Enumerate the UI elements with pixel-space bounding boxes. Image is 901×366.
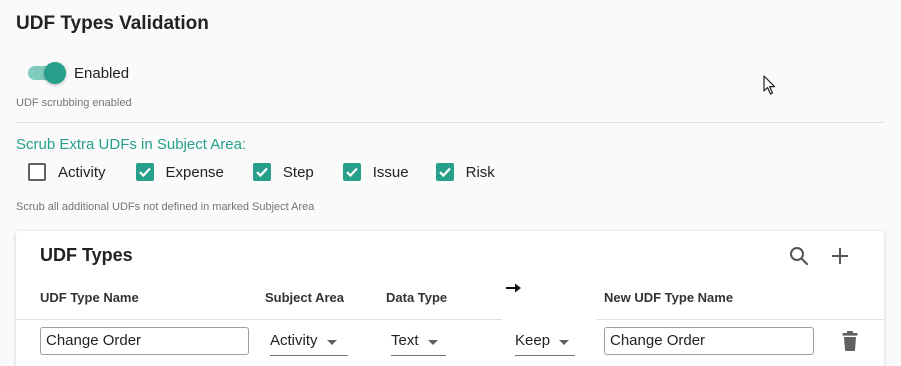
arrow-right-icon <box>506 283 521 293</box>
trash-icon[interactable] <box>841 331 859 351</box>
toggle-hint: UDF scrubbing enabled <box>16 97 132 109</box>
checkbox-box[interactable] <box>435 163 454 181</box>
mouse-cursor-icon <box>763 75 776 95</box>
toggle-label: Enabled <box>74 64 130 82</box>
check-icon <box>256 167 268 178</box>
section-divider <box>16 122 884 123</box>
data-type-select[interactable]: Text <box>391 328 446 356</box>
row-divider <box>16 319 502 320</box>
new-udf-type-name-field[interactable]: Change Order <box>604 327 814 355</box>
checkbox-label: Step <box>282 163 314 181</box>
checkbox-box[interactable] <box>28 163 46 181</box>
checkbox-risk[interactable]: Risk <box>435 163 495 181</box>
checkbox-box[interactable] <box>252 163 271 181</box>
chevron-down-icon <box>559 340 570 345</box>
checkbox-activity[interactable]: Activity <box>28 163 106 181</box>
enabled-toggle-row: Enabled <box>28 62 129 84</box>
add-icon[interactable] <box>829 245 851 267</box>
udf-type-name-field[interactable]: Change Order <box>40 327 249 355</box>
toggle-thumb <box>44 62 66 84</box>
udf-types-validation-page: UDF Types Validation Enabled UDF scrubbi… <box>0 0 901 366</box>
check-icon <box>345 167 358 178</box>
checkbox-expense[interactable]: Expense <box>135 163 224 181</box>
checkbox-label: Risk <box>465 163 495 181</box>
enabled-toggle[interactable] <box>28 62 66 84</box>
card-title: UDF Types <box>40 245 133 265</box>
checkbox-label: Expense <box>165 163 224 181</box>
checkbox-box[interactable] <box>342 163 361 181</box>
udf-types-card: UDF Types UDF Type Name Subject Area Dat… <box>16 231 884 366</box>
scrub-heading: Scrub Extra UDFs in Subject Area: <box>16 136 247 153</box>
chevron-down-icon <box>427 340 438 345</box>
select-value: Keep <box>515 332 551 349</box>
action-select[interactable]: Keep <box>515 328 575 356</box>
select-value: Activity <box>270 332 318 349</box>
column-header-data-type[interactable]: Data Type <box>386 290 447 305</box>
check-icon <box>138 167 151 178</box>
column-header-udf-type-name[interactable]: UDF Type Name <box>40 290 139 305</box>
checkbox-issue[interactable]: Issue <box>342 163 409 181</box>
row-divider <box>596 319 884 320</box>
subject-area-select[interactable]: Activity <box>270 328 348 356</box>
checkbox-label: Issue <box>372 163 409 181</box>
column-header-new-udf-type-name[interactable]: New UDF Type Name <box>604 290 733 305</box>
chevron-down-icon <box>326 340 337 345</box>
page-title: UDF Types Validation <box>16 13 209 34</box>
checkbox-label: Activity <box>58 163 106 181</box>
check-icon <box>438 167 451 178</box>
subject-area-checkboxes: Activity Expense Step Issue Risk <box>28 163 523 181</box>
checkbox-step[interactable]: Step <box>252 163 314 181</box>
search-icon[interactable] <box>788 245 810 267</box>
scrub-hint: Scrub all additional UDFs not defined in… <box>16 201 315 213</box>
select-value: Text <box>391 332 419 349</box>
checkbox-box[interactable] <box>135 163 154 181</box>
column-header-subject-area[interactable]: Subject Area <box>265 290 344 305</box>
